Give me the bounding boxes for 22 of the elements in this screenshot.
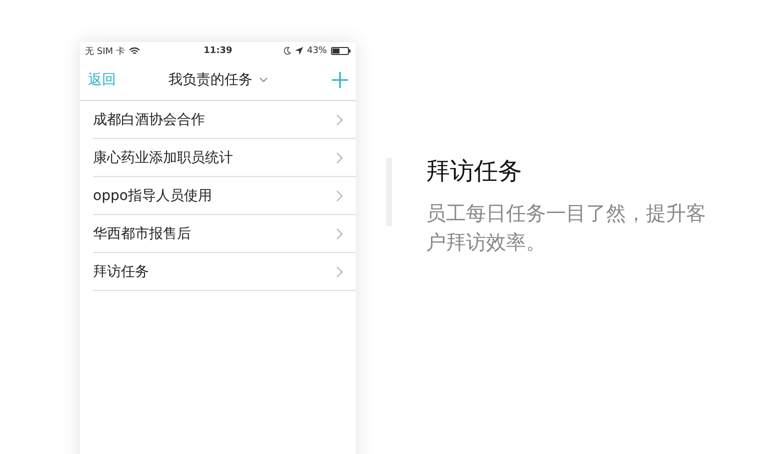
chevron-right-icon	[336, 152, 343, 164]
task-item[interactable]: 拜访任务	[93, 253, 356, 291]
caret-icon[interactable]	[258, 77, 268, 83]
chevron-right-icon	[336, 228, 343, 240]
carrier-text: 无 SIM 卡	[85, 46, 125, 58]
location-arrow-icon	[294, 47, 303, 55]
nav-title: 我负责的任务	[168, 71, 252, 89]
clock-text: 11:39	[204, 46, 232, 56]
chevron-right-icon	[336, 190, 343, 202]
task-item[interactable]: oppo指导人员使用	[93, 177, 356, 215]
moon-icon	[284, 47, 291, 55]
chevron-right-icon	[336, 114, 343, 126]
battery-icon	[331, 47, 351, 55]
task-item[interactable]: 华西都市报售后	[93, 215, 356, 253]
task-item[interactable]: 康心药业添加职员统计	[93, 139, 356, 177]
chevron-right-icon	[336, 266, 343, 278]
battery-percent-text: 43%	[306, 46, 327, 56]
feature-description: 员工每日任务一目了然，提升客户拜访效率。	[426, 200, 707, 256]
add-icon[interactable]	[332, 72, 348, 88]
wifi-icon	[128, 47, 140, 55]
feature-title: 拜访任务	[426, 156, 523, 187]
task-item[interactable]: 成都白酒协会合作	[93, 101, 356, 139]
